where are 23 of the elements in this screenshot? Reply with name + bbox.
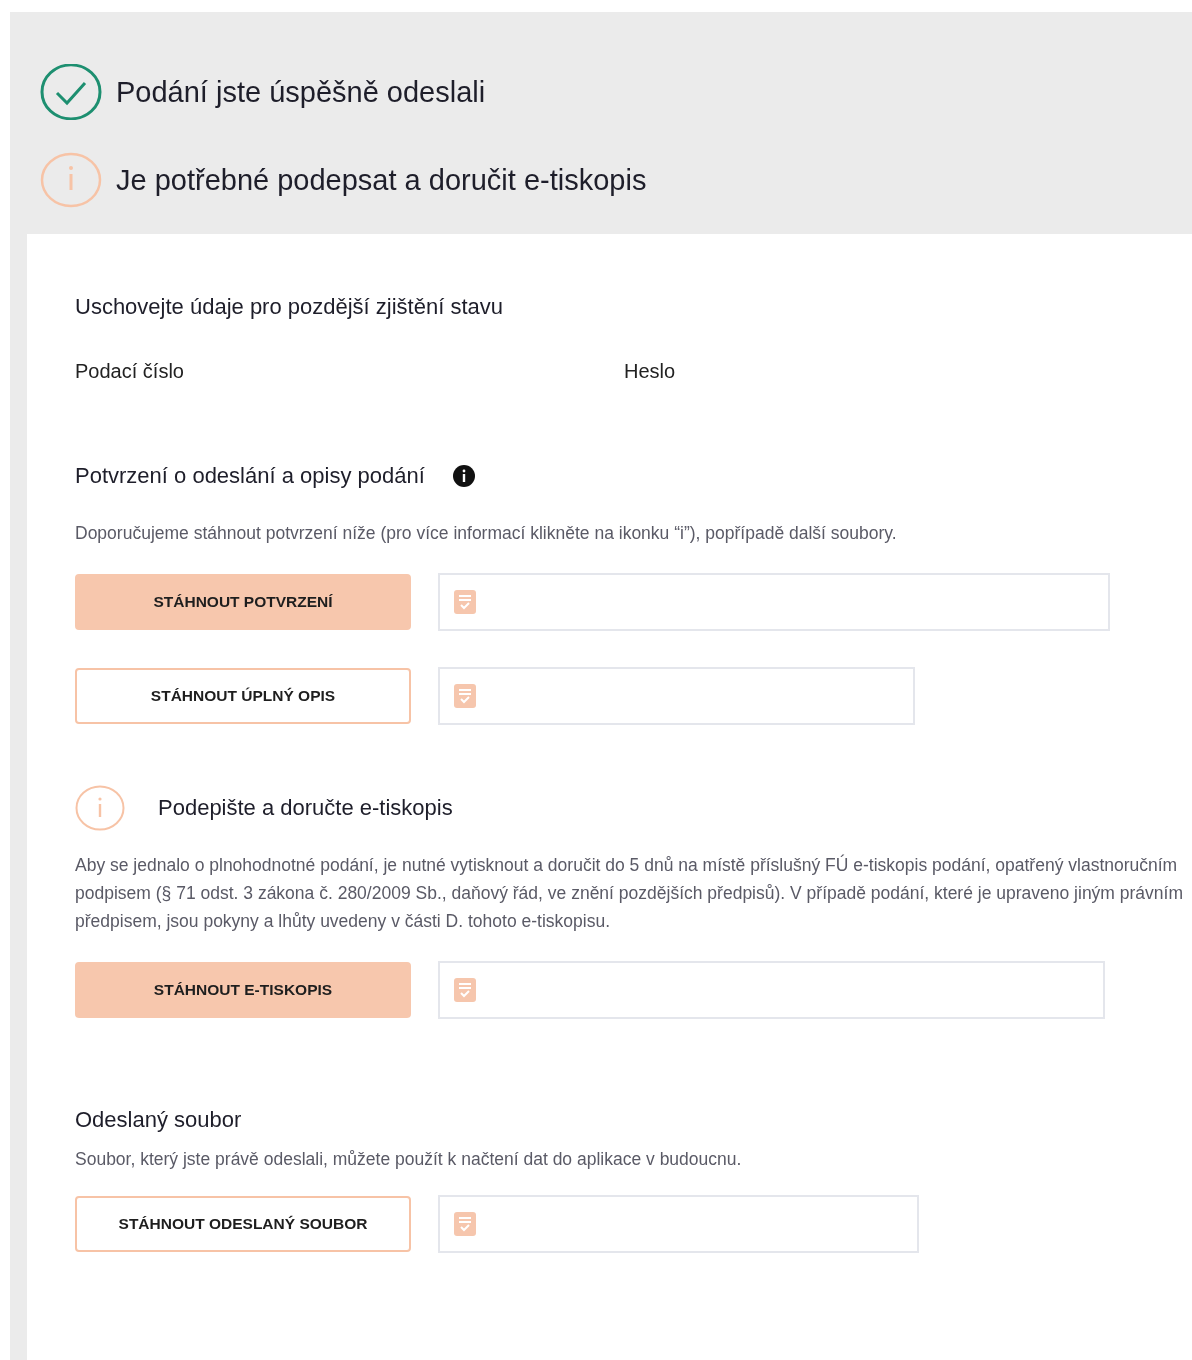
status-message: Je potřebné podepsat a doručit e-tiskopis: [116, 163, 647, 197]
info-icon: [40, 152, 102, 208]
document-icon: [454, 1212, 476, 1236]
document-icon: [454, 978, 476, 1002]
field-label: Podací číslo: [75, 360, 185, 383]
download-button[interactable]: STÁHNOUT E-TISKOPIS: [75, 962, 411, 1018]
document-icon: [454, 590, 476, 614]
download-button[interactable]: STÁHNOUT ODESLANÝ SOUBOR: [75, 1196, 411, 1252]
field-label: Heslo: [624, 360, 677, 383]
description: Soubor, který jste právě odeslali, můžete použít k načtení dat do aplikace v budoucnu.: [75, 1148, 743, 1171]
document-icon: [454, 684, 476, 708]
section-heading: Odeslaný soubor: [75, 1107, 243, 1133]
description: Aby se jednalo o plnohodnotné podání, je nutné vytisknout a doručit do 5 dnů na místě příslušný FÚ e-tiskopis podání, opatřený vlastnoručním podpisem (§ 71 odst. 3 zákona č. 280/2009 Sb., daňový řád, ve znění pozdějších předpisů). V případě podání, které je upraveno jiným právním předpisem, jsou pokyny a lhůty uvedeny v části D. tohoto e-tiskopisu.: [75, 853, 1185, 933]
info-icon: [75, 785, 125, 831]
status-message: Podání jste úspěšně odeslali: [116, 75, 486, 109]
download-button[interactable]: STÁHNOUT POTVRZENÍ: [75, 574, 411, 630]
info-icon[interactable]: [452, 465, 475, 487]
description: Doporučujeme stáhnout potvrzení níže (pro více informací klikněte na ikonku “i”), popřípadě další soubory.: [75, 522, 898, 545]
section-heading: Uschovejte údaje pro pozdější zjištění stavu: [75, 294, 504, 320]
checkmark-icon: [40, 64, 102, 120]
section-heading: Potvrzení o odeslání a opisy podání: [75, 463, 425, 489]
download-button[interactable]: STÁHNOUT ÚPLNÝ OPIS: [75, 668, 411, 724]
section-heading: Podepište a doručte e-tiskopis: [158, 795, 453, 821]
